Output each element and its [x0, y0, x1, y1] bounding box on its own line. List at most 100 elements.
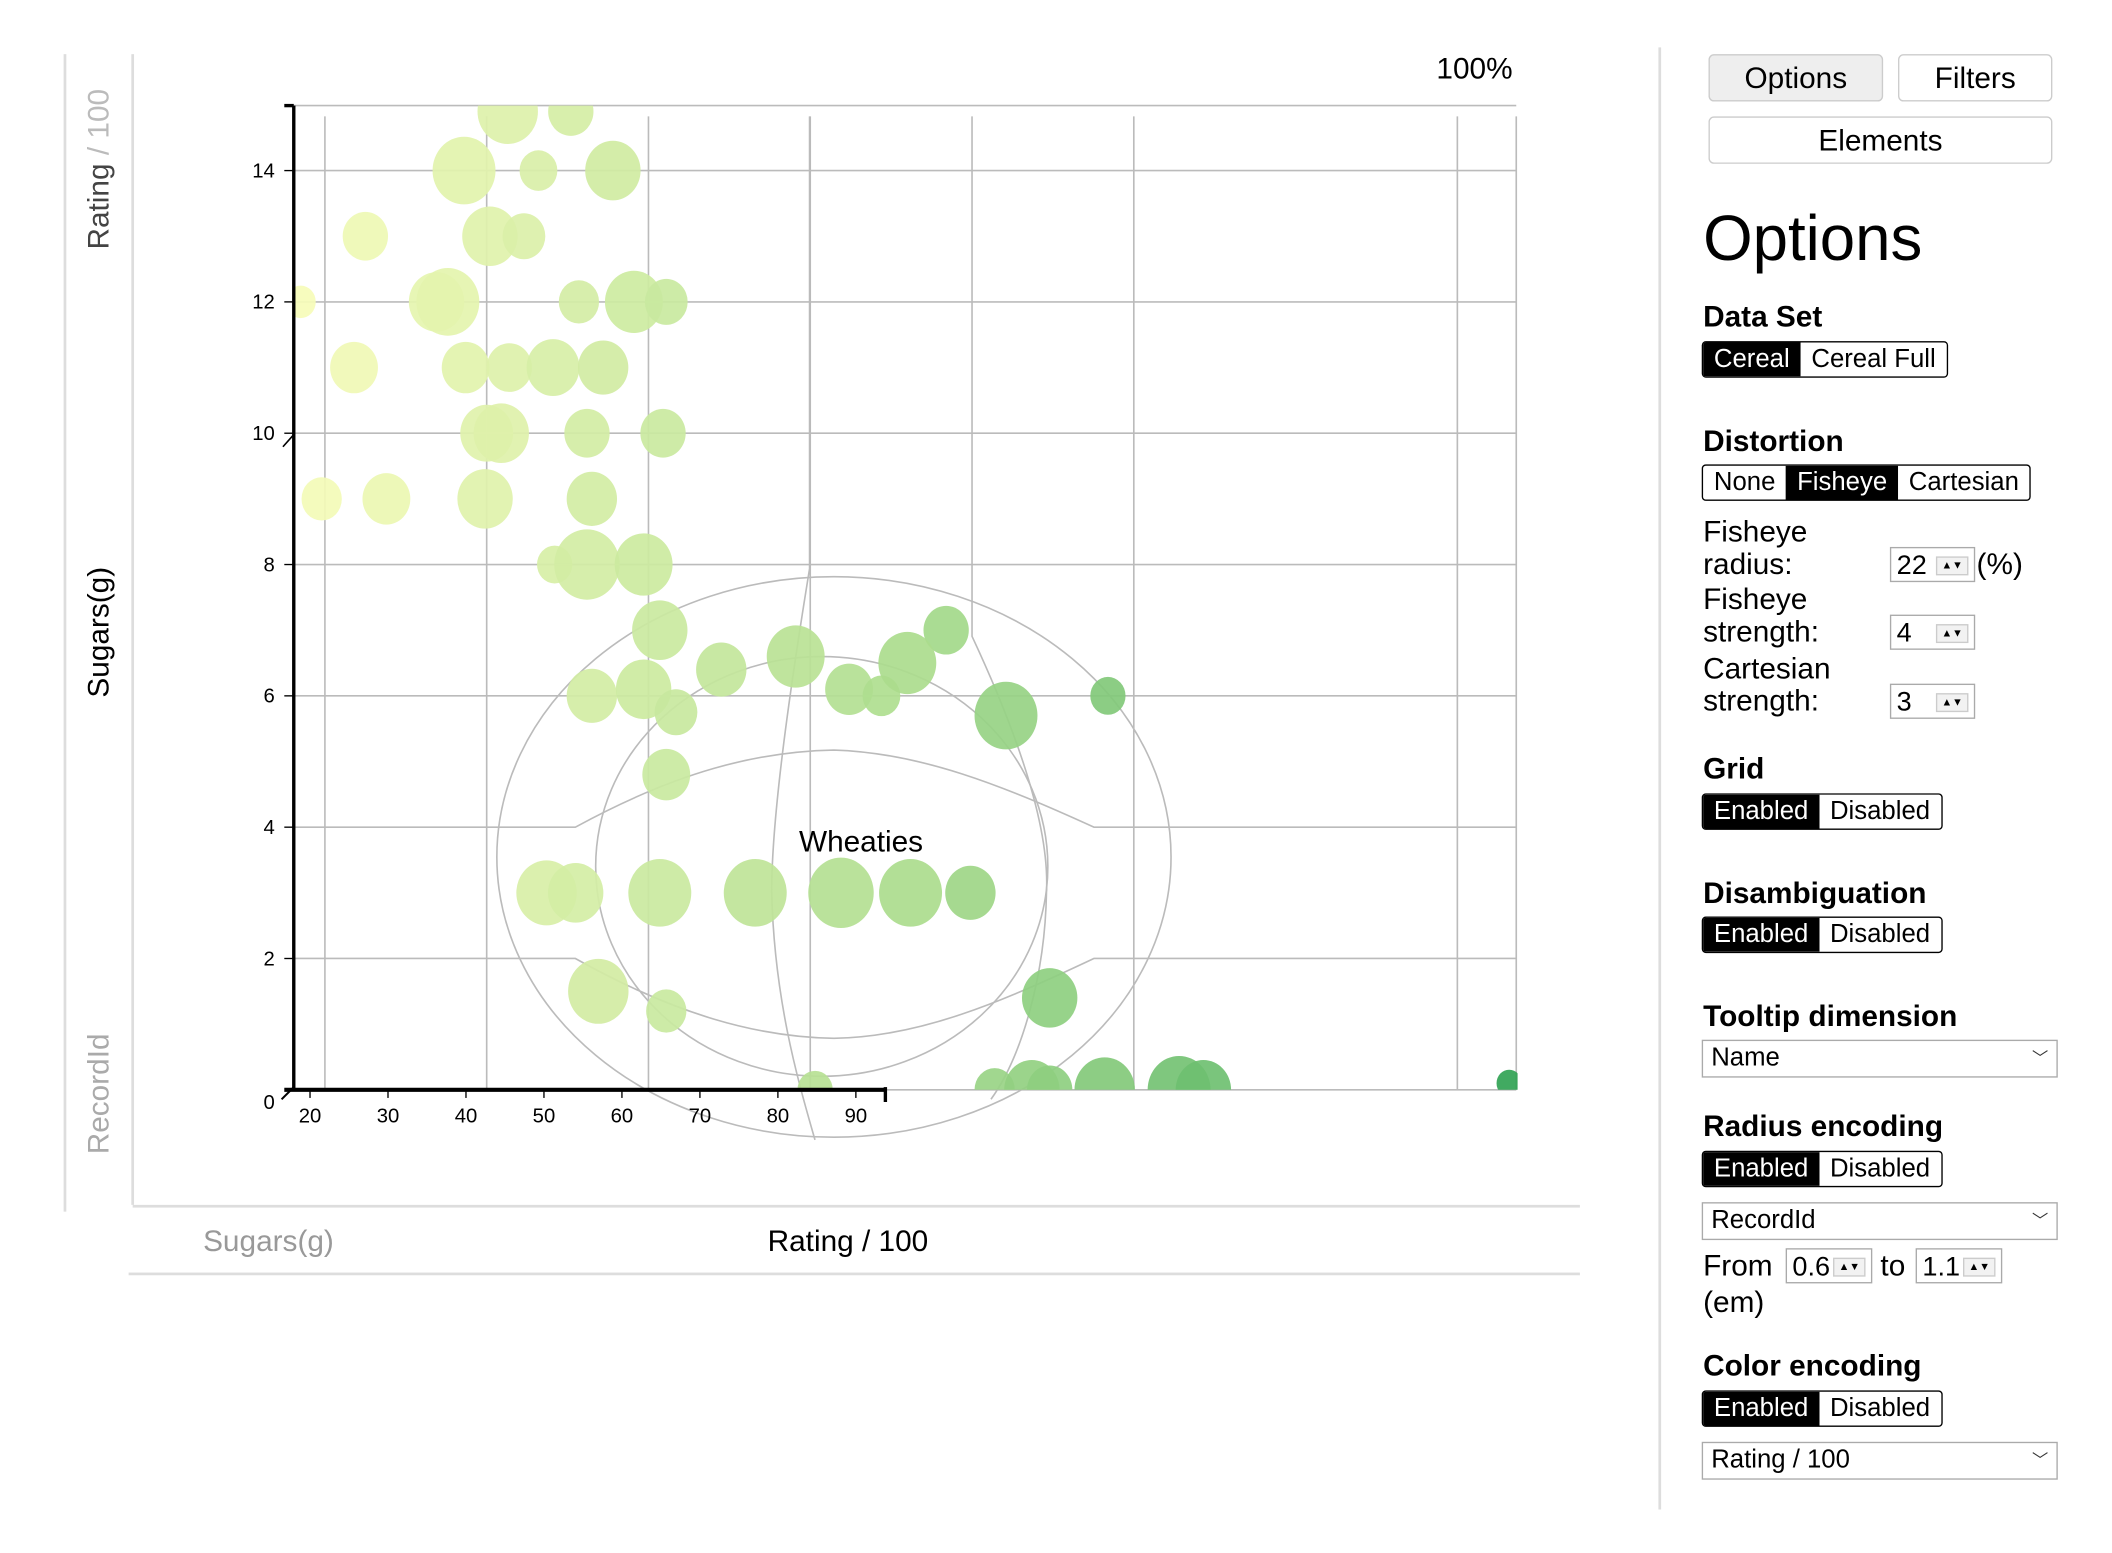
option-fisheye[interactable]: Fisheye	[1786, 465, 1898, 500]
scatter-chart[interactable]: 20 30 40 50 60 70 80 90 0 2 4 6 8 10 12 14 Wheaties	[0, 0, 1652, 1191]
color-dimension-select[interactable]: Rating / 100 ﹀	[1701, 1441, 2058, 1480]
spinner-icon[interactable]: ▲▼	[1935, 693, 1969, 713]
data-point[interactable]	[577, 340, 629, 395]
data-point[interactable]	[878, 631, 937, 695]
option-enabled[interactable]: Enabled	[1703, 794, 1820, 829]
x-tick-label: 50	[533, 1105, 556, 1127]
radius-dimension-select[interactable]: RecordId ﹀	[1701, 1202, 2058, 1241]
data-point[interactable]	[342, 211, 389, 261]
label-line: Fisheye	[1703, 514, 1808, 549]
cartesian-strength-label: Cartesian strength:	[1703, 651, 1831, 718]
option-disabled[interactable]: Disabled	[1819, 1152, 1941, 1186]
option-cereal-full[interactable]: Cereal Full	[1801, 343, 1947, 377]
option-disabled[interactable]: Disabled	[1819, 918, 1941, 952]
tab-filters[interactable]: Filters	[1898, 54, 2053, 102]
data-point[interactable]	[362, 473, 411, 525]
data-point[interactable]	[614, 533, 673, 596]
spinner-icon[interactable]: ▲▼	[1935, 556, 1969, 576]
data-point[interactable]	[548, 87, 594, 136]
option-disabled[interactable]: Disabled	[1819, 795, 1941, 829]
data-point[interactable]	[473, 403, 529, 463]
data-point[interactable]	[640, 408, 686, 458]
option-none[interactable]: None	[1703, 466, 1786, 500]
data-point[interactable]	[1021, 968, 1078, 1028]
data-point[interactable]	[632, 600, 688, 660]
data-point[interactable]	[879, 858, 943, 927]
data-point[interactable]	[808, 857, 874, 929]
fisheye-strength-input[interactable]: 4 ▲▼	[1889, 614, 1976, 650]
data-point[interactable]	[646, 989, 687, 1033]
data-point[interactable]	[457, 469, 513, 529]
data-point[interactable]	[558, 280, 600, 324]
data-point[interactable]	[723, 858, 787, 927]
data-point[interactable]	[301, 477, 342, 521]
data-point[interactable]	[628, 858, 692, 927]
select-value: Name	[1711, 1043, 1780, 1073]
data-point[interactable]	[477, 79, 538, 144]
data-set-toggle[interactable]: Cereal Cereal Full	[1701, 341, 1948, 378]
data-point[interactable]	[554, 529, 620, 600]
data-point[interactable]	[585, 140, 641, 201]
option-enabled[interactable]: Enabled	[1703, 917, 1820, 952]
data-point[interactable]	[441, 341, 490, 394]
x-dimension-sugars[interactable]: Sugars(g)	[203, 1224, 334, 1259]
data-point[interactable]	[564, 408, 610, 458]
data-point[interactable]	[1496, 1069, 1522, 1097]
radius-to-input[interactable]: 1.1 ▲▼	[1915, 1248, 2003, 1284]
data-point[interactable]	[945, 865, 996, 920]
option-enabled[interactable]: Enabled	[1703, 1391, 1820, 1426]
data-point[interactable]	[644, 278, 688, 325]
data-point[interactable]	[416, 268, 480, 336]
data-point[interactable]	[526, 339, 580, 396]
input-value: 1.1	[1922, 1252, 1961, 1283]
data-point[interactable]	[432, 136, 496, 205]
input-value: 22	[1896, 550, 1927, 581]
spinner-icon[interactable]: ▲▼	[1963, 1257, 1996, 1277]
tooltip: Wheaties	[799, 826, 923, 859]
data-point[interactable]	[566, 668, 618, 723]
spinner-icon[interactable]: ▲▼	[1935, 624, 1969, 644]
disambiguation-toggle[interactable]: Enabled Disabled	[1701, 916, 1943, 954]
input-value: 4	[1896, 618, 1912, 649]
distortion-toggle[interactable]: None Fisheye Cartesian	[1701, 464, 2032, 501]
tooltip-dimension-select[interactable]: Name ﹀	[1701, 1039, 2058, 1078]
data-point[interactable]	[330, 341, 378, 394]
data-point[interactable]	[502, 213, 546, 260]
option-cereal[interactable]: Cereal	[1703, 342, 1801, 377]
radius-encoding-toggle[interactable]: Enabled Disabled	[1701, 1150, 1943, 1188]
radius-to-label: to	[1880, 1248, 1906, 1283]
data-point[interactable]	[642, 748, 691, 801]
grid-label: Grid	[1703, 751, 1765, 786]
y-tick-label: 14	[252, 160, 275, 182]
fisheye-radius-input[interactable]: 22 ▲▼	[1889, 546, 1976, 583]
chevron-down-icon: ﹀	[2032, 1049, 2049, 1069]
y-tick-label: 8	[264, 554, 275, 576]
data-point[interactable]	[519, 150, 558, 191]
chevron-down-icon: ﹀	[2032, 1211, 2049, 1231]
lens-grid-curve	[293, 957, 1517, 1040]
data-point[interactable]	[974, 681, 1038, 750]
x-axis-divider-2	[128, 1272, 1580, 1276]
option-disabled[interactable]: Disabled	[1819, 1392, 1941, 1426]
label-line: Cartesian	[1703, 651, 1831, 686]
x-dimension-rating[interactable]: Rating / 100	[768, 1224, 929, 1259]
color-encoding-label: Color encoding	[1703, 1348, 1922, 1383]
option-enabled[interactable]: Enabled	[1703, 1152, 1820, 1186]
data-point[interactable]	[568, 958, 629, 1024]
option-cartesian[interactable]: Cartesian	[1898, 466, 2030, 500]
data-point[interactable]	[566, 471, 618, 526]
data-point[interactable]	[654, 689, 698, 736]
cartesian-strength-input[interactable]: 3 ▲▼	[1889, 683, 1976, 719]
data-point[interactable]	[766, 625, 825, 688]
spinner-icon[interactable]: ▲▼	[1833, 1257, 1866, 1277]
disambiguation-label: Disambiguation	[1703, 875, 1927, 910]
color-encoding-toggle[interactable]: Enabled Disabled	[1701, 1390, 1943, 1427]
grid-toggle[interactable]: Enabled Disabled	[1701, 793, 1943, 830]
tab-options[interactable]: Options	[1708, 54, 1884, 102]
data-point[interactable]	[547, 863, 604, 923]
data-point[interactable]	[696, 642, 747, 697]
data-point[interactable]	[486, 343, 533, 392]
data-point[interactable]	[1090, 676, 1126, 715]
radius-from-input[interactable]: 0.6 ▲▼	[1785, 1248, 1873, 1284]
tab-elements[interactable]: Elements	[1708, 116, 2053, 164]
